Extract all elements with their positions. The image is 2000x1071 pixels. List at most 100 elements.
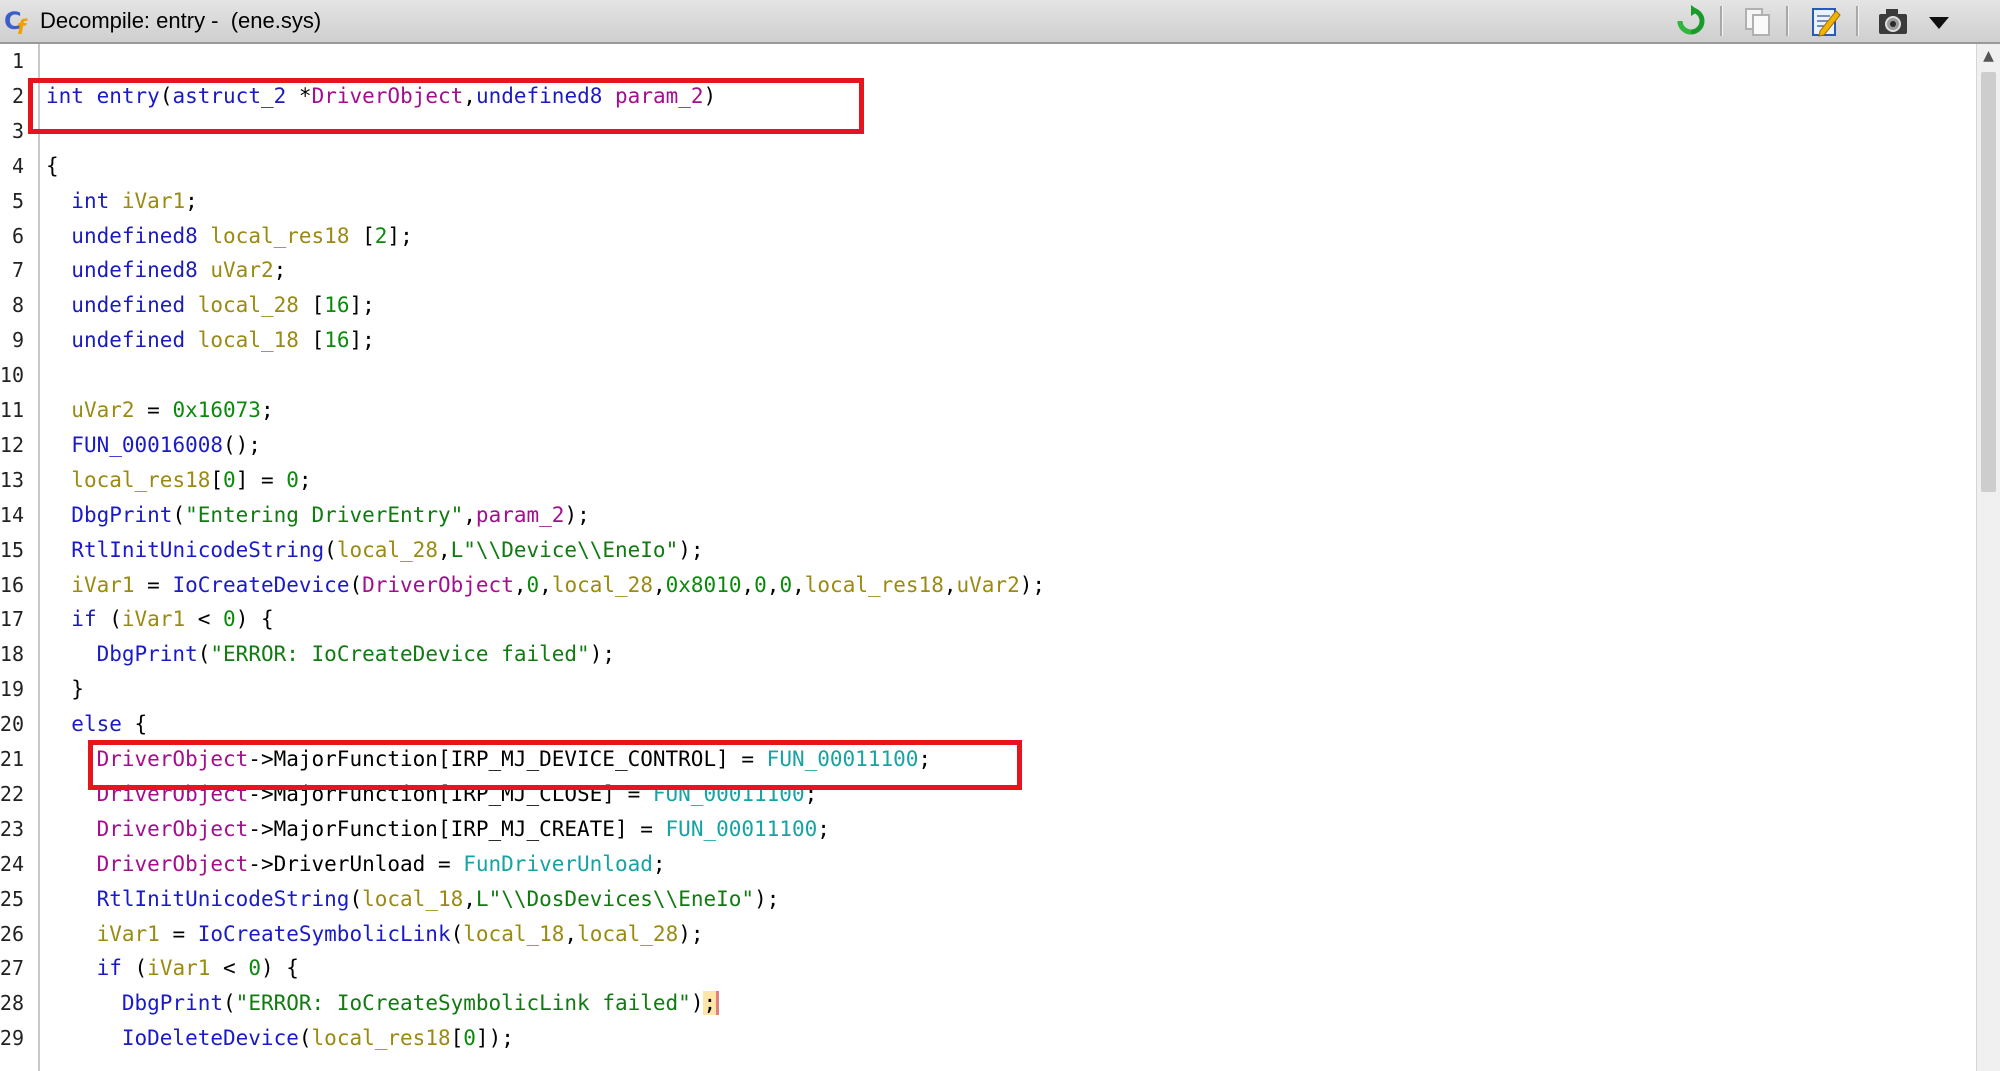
code-token[interactable]: ( [198,642,211,666]
code-token[interactable]: [ [349,224,375,248]
code-token[interactable]: [ [210,468,223,492]
code-token[interactable]: undefined [71,328,185,352]
code-token[interactable]: [ [299,328,325,352]
code-line[interactable]: DriverObject->MajorFunction[IRP_MJ_CLOSE… [46,777,818,812]
code-token[interactable]: FUN_00016008 [71,433,223,457]
code-token[interactable]: FUN_00011100 [653,782,805,806]
code-token[interactable] [46,398,71,422]
code-token[interactable]: ( [160,84,173,108]
code-token[interactable]: IoCreateDevice [172,573,349,597]
code-token[interactable]: RtlInitUnicodeString [71,538,324,562]
copy-icon[interactable] [1740,5,1774,37]
code-token[interactable]: DriverObject [97,782,249,806]
code-line[interactable]: IoDeleteDevice(local_res18[0]); [46,1021,514,1056]
code-line[interactable]: DbgPrint("ERROR: IoCreateSymbolicLink fa… [46,986,720,1021]
code-token[interactable]: , [767,573,780,597]
code-token[interactable] [46,328,71,352]
code-token[interactable]: ( [97,607,122,631]
code-token[interactable]: ( [451,922,464,946]
code-token[interactable]: 16 [324,328,349,352]
code-token[interactable]: [ [451,1026,464,1050]
code-token[interactable] [46,189,71,213]
code-line[interactable]: DriverObject->MajorFunction[IRP_MJ_CREAT… [46,812,830,847]
code-line[interactable]: DriverObject->MajorFunction[IRP_MJ_DEVIC… [46,742,931,777]
code-token[interactable]: 0 [754,573,767,597]
code-token[interactable] [46,538,71,562]
code-token[interactable] [46,1026,122,1050]
code-token[interactable]: ( [223,991,236,1015]
code-token[interactable]: ; [185,189,198,213]
code-token[interactable]: , [564,922,577,946]
vertical-scrollbar[interactable]: ▲ [1976,44,2000,1071]
code-token[interactable]: < [210,956,248,980]
code-token[interactable]: local_28 [552,573,653,597]
menu-dropdown-icon[interactable] [1922,5,1956,37]
code-token[interactable]: local_res18 [312,1026,451,1050]
code-line[interactable]: DbgPrint("Entering DriverEntry",param_2)… [46,498,589,533]
code-token[interactable]: ; [653,852,666,876]
code-line[interactable]: RtlInitUnicodeString(local_18,L"\\DosDev… [46,882,780,917]
code-token[interactable]: , [653,573,666,597]
code-token[interactable]: ); [1020,573,1045,597]
code-token[interactable]: ( [299,1026,312,1050]
code-token[interactable] [109,189,122,213]
code-line[interactable]: uVar2 = 0x16073; [46,393,274,428]
code-token[interactable]: ) [691,991,704,1015]
code-token[interactable]: entry [97,84,160,108]
code-token[interactable] [46,468,71,492]
code-token[interactable] [46,747,97,771]
code-token[interactable] [46,991,122,1015]
code-token[interactable]: ( [349,573,362,597]
code-token[interactable]: DriverObject [97,817,249,841]
code-token[interactable]: int [71,189,109,213]
code-token[interactable]: ; [299,468,312,492]
code-token[interactable]: ->MajorFunction[IRP_MJ_DEVICE_CONTROL] = [248,747,766,771]
code-line[interactable]: DbgPrint("ERROR: IoCreateDevice failed")… [46,637,615,672]
code-token[interactable]: ; [805,782,818,806]
code-token[interactable]: ( [172,503,185,527]
code-token[interactable] [46,258,71,282]
code-token[interactable]: undefined [71,293,185,317]
code-token[interactable]: DbgPrint [97,642,198,666]
text-cursor[interactable]: ; [703,991,720,1016]
code-token[interactable]: ) [704,84,717,108]
code-token[interactable]: ->MajorFunction[IRP_MJ_CLOSE] = [248,782,653,806]
code-line[interactable]: local_res18[0] = 0; [46,463,312,498]
code-token[interactable]: DriverObject [97,852,249,876]
code-token[interactable]: 2 [375,224,388,248]
code-token[interactable]: ); [678,922,703,946]
code-token[interactable]: local_18 [198,328,299,352]
code-token[interactable]: uVar2 [210,258,273,282]
code-token[interactable] [46,922,97,946]
code-line[interactable]: undefined local_18 [16]; [46,323,375,358]
code-line[interactable]: iVar1 = IoCreateDevice(DriverObject,0,lo… [46,568,1045,603]
code-token[interactable]: undefined8 [71,224,197,248]
code-token[interactable]: ; [261,398,274,422]
code-token[interactable]: astruct_2 [172,84,286,108]
code-token[interactable]: else [71,712,122,736]
code-token[interactable]: ( [122,956,148,980]
code-token[interactable]: { [46,154,59,178]
code-token[interactable]: iVar1 [122,189,185,213]
code-token[interactable]: ) { [261,956,299,980]
code-token[interactable]: < [185,607,223,631]
code-token[interactable]: 16 [324,293,349,317]
code-token[interactable] [602,84,615,108]
code-token[interactable]: local_18 [463,922,564,946]
code-token[interactable]: if [97,956,122,980]
code-token[interactable]: FunDriverUnload [463,852,653,876]
code-token[interactable]: iVar1 [71,573,134,597]
code-token[interactable]: iVar1 [122,607,185,631]
code-token[interactable]: "ERROR: IoCreateDevice failed" [210,642,589,666]
code-token[interactable]: undefined8 [71,258,197,282]
code-token[interactable]: ( [324,538,337,562]
code-token[interactable] [46,573,71,597]
code-token[interactable]: ); [754,887,779,911]
code-token[interactable]: = [135,398,173,422]
snapshot-icon[interactable] [1876,5,1910,37]
code-token[interactable]: [ [299,293,325,317]
code-line[interactable]: undefined8 local_res18 [2]; [46,219,412,254]
code-token[interactable]: int [46,84,84,108]
code-token[interactable]: = [135,573,173,597]
code-token[interactable]: 0x16073 [172,398,261,422]
